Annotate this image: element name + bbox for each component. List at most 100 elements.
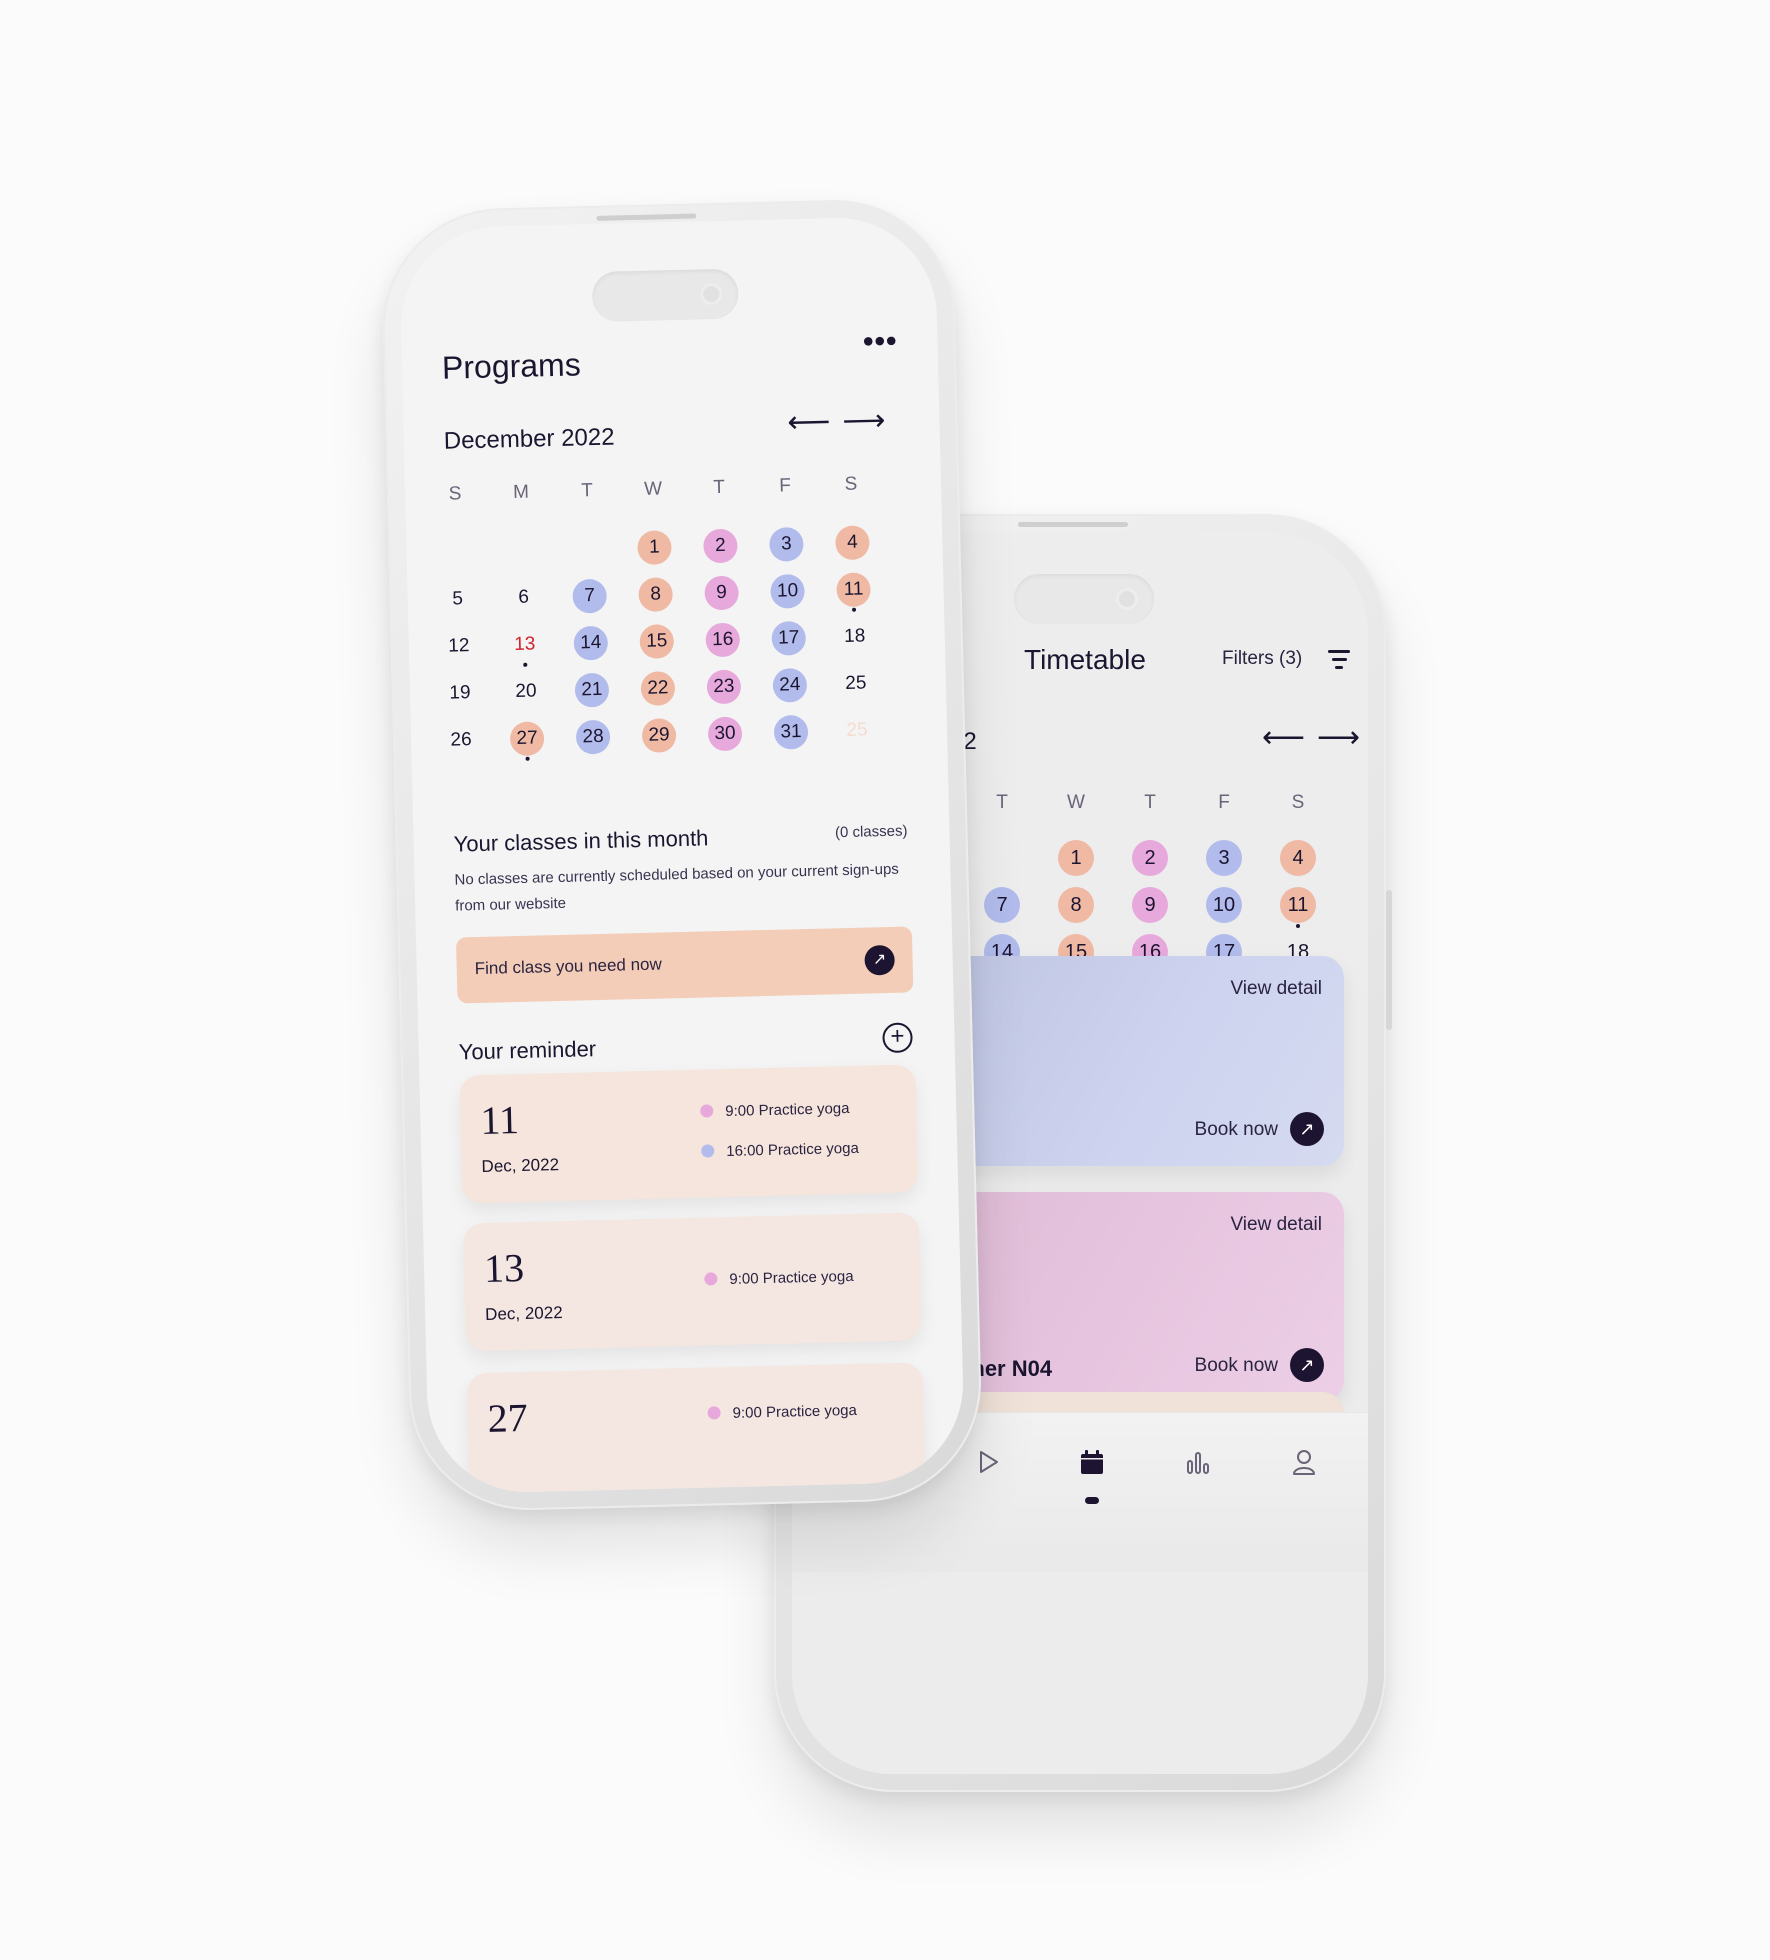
calendar-day[interactable]: 13	[507, 627, 542, 667]
page-title: Programs	[441, 346, 582, 386]
reminder-event-text: 9:00 Practice yoga	[732, 1401, 858, 1422]
calendar-day[interactable]: 25	[838, 666, 873, 701]
calendar-day[interactable]: 5	[440, 582, 475, 617]
programs-phone: Programs ••• December 2022 ⟵⟶ SMTWTFS123…	[380, 197, 984, 1513]
calendar-day[interactable]: 3	[769, 526, 804, 562]
calendar-day[interactable]: 21	[574, 672, 610, 708]
calendar-day[interactable]: 3	[1206, 840, 1242, 876]
active-tab-indicator	[1085, 1497, 1099, 1504]
reminder-month: Dec, 2022	[484, 1303, 563, 1324]
reminder-event: 9:00 Practice yoga	[700, 1100, 850, 1121]
next-month-arrow-icon[interactable]: ⟶	[1317, 721, 1368, 754]
calendar-day[interactable]: 8	[638, 577, 674, 612]
calendar-day[interactable]: 29	[641, 718, 677, 753]
calendar-day[interactable]: 26	[444, 723, 479, 758]
calendar-day[interactable]: 1	[637, 530, 672, 565]
event-dot	[525, 756, 530, 761]
weekday-label: F	[1218, 792, 1230, 813]
calendar-day[interactable]: 22	[640, 671, 676, 706]
reminder-section-title: Your reminder	[458, 1036, 597, 1065]
month-label: December 2022	[443, 423, 615, 455]
page-title: Timetable	[1024, 644, 1146, 675]
event-bullet-icon	[700, 1104, 714, 1118]
calendar-day[interactable]: 9	[704, 575, 740, 611]
dynamic-island	[1014, 574, 1154, 624]
reminder-card[interactable]: 11 Dec, 2022 9:00 Practice yoga 16:00 Pract…	[459, 1064, 919, 1204]
prev-month-arrow-icon[interactable]: ⟵	[1262, 721, 1317, 754]
next-month-arrow-icon[interactable]: ⟶	[842, 404, 898, 438]
event-dot	[523, 662, 528, 667]
weekday-label: T	[1144, 792, 1156, 813]
calendar-day[interactable]: 16	[705, 622, 741, 658]
camera-icon	[700, 282, 723, 306]
calendar-day[interactable]: 17	[771, 620, 807, 656]
calendar-day[interactable]: 25	[840, 713, 875, 748]
reminder-event: 9:00 Practice yoga	[704, 1268, 854, 1289]
calendar-day[interactable]: 23	[706, 669, 742, 705]
bar-chart-icon[interactable]	[1178, 1447, 1218, 1487]
calendar-day[interactable]: 15	[639, 624, 675, 659]
calendar-day[interactable]: 11	[836, 572, 871, 612]
weekday-label: M	[512, 481, 530, 504]
calendar-day[interactable]: 18	[837, 619, 872, 654]
month-nav: ⟵⟶	[787, 403, 898, 441]
play-icon[interactable]	[968, 1447, 1008, 1487]
reminder-day: 27	[487, 1394, 529, 1441]
reminder-card[interactable]: 13 Dec, 2022 9:00 Practice yoga	[462, 1212, 922, 1352]
dynamic-island	[591, 268, 739, 323]
event-bullet-icon	[704, 1272, 718, 1286]
calendar-day[interactable]: 4	[835, 525, 870, 561]
plus-circle-icon[interactable]: +	[882, 1022, 913, 1054]
reminder-event-text: 9:00 Practice yoga	[725, 1099, 850, 1121]
book-now-label[interactable]: Book now	[1195, 1119, 1278, 1141]
calendar-icon[interactable]	[1072, 1447, 1112, 1487]
arrow-up-right-icon[interactable]: ↗	[1290, 1112, 1324, 1146]
calendar-day[interactable]: 20	[509, 674, 544, 709]
view-detail-link[interactable]: View detail	[1230, 978, 1322, 1000]
calendar-day[interactable]: 11	[1280, 887, 1316, 928]
calendar-day[interactable]: 2	[703, 528, 738, 564]
calendar-day[interactable]: 6	[506, 580, 541, 615]
calendar-day[interactable]: 30	[707, 716, 743, 752]
calendar-day[interactable]: 1	[1058, 840, 1094, 876]
calendar-day[interactable]: 7	[984, 887, 1020, 923]
weekday-label: S	[844, 473, 858, 495]
reminder-month: Dec, 2022	[481, 1155, 560, 1176]
filter-lines-icon[interactable]	[1328, 650, 1350, 674]
reminder-event-text: 16:00 Practice yoga	[726, 1139, 860, 1161]
view-detail-link[interactable]: View detail	[1230, 1214, 1322, 1236]
classes-empty-note: No classes are currently scheduled based…	[454, 860, 900, 915]
speaker-grille	[1018, 522, 1128, 527]
filters-button[interactable]: Filters (3)	[1222, 648, 1302, 670]
calendar-day[interactable]: 24	[772, 667, 808, 703]
event-dot	[852, 607, 857, 612]
calendar-day[interactable]: 19	[443, 676, 478, 711]
arrow-up-right-icon: ↗	[864, 944, 895, 976]
calendar-day[interactable]: 8	[1058, 887, 1094, 923]
calendar-day[interactable]: 14	[573, 625, 609, 661]
power-button	[1386, 890, 1392, 1030]
calendar-day[interactable]: 4	[1280, 840, 1316, 876]
event-dot	[1296, 924, 1300, 928]
reminder-event-text: 9:00 Practice yoga	[729, 1267, 854, 1288]
find-class-button[interactable]: Find class you need now ↗	[455, 926, 914, 1004]
calendar-day[interactable]: 2	[1132, 840, 1168, 876]
calendar-day[interactable]: 12	[441, 629, 476, 664]
more-horizontal-icon[interactable]: •••	[863, 325, 898, 360]
camera-icon	[1116, 588, 1138, 610]
user-icon[interactable]	[1284, 1447, 1324, 1487]
calendar-day[interactable]: 10	[1206, 887, 1242, 923]
arrow-up-right-icon[interactable]: ↗	[1290, 1348, 1324, 1382]
calendar-day[interactable]: 9	[1132, 887, 1168, 923]
calendar-day[interactable]: 31	[773, 714, 809, 750]
calendar-day[interactable]: 27	[509, 721, 545, 761]
reminder-card[interactable]: 27 9:00 Practice yoga	[466, 1362, 926, 1495]
calendar-day[interactable]: 7	[572, 578, 608, 614]
calendar-day[interactable]: 10	[770, 573, 806, 609]
book-now-label[interactable]: Book now	[1195, 1355, 1278, 1377]
prev-month-arrow-icon[interactable]: ⟵	[787, 405, 843, 439]
weekday-label: S	[1291, 792, 1305, 813]
calendar-day[interactable]: 28	[575, 719, 611, 755]
find-class-label: Find class you need now	[474, 954, 662, 979]
reminder-day: 11	[479, 1097, 520, 1143]
